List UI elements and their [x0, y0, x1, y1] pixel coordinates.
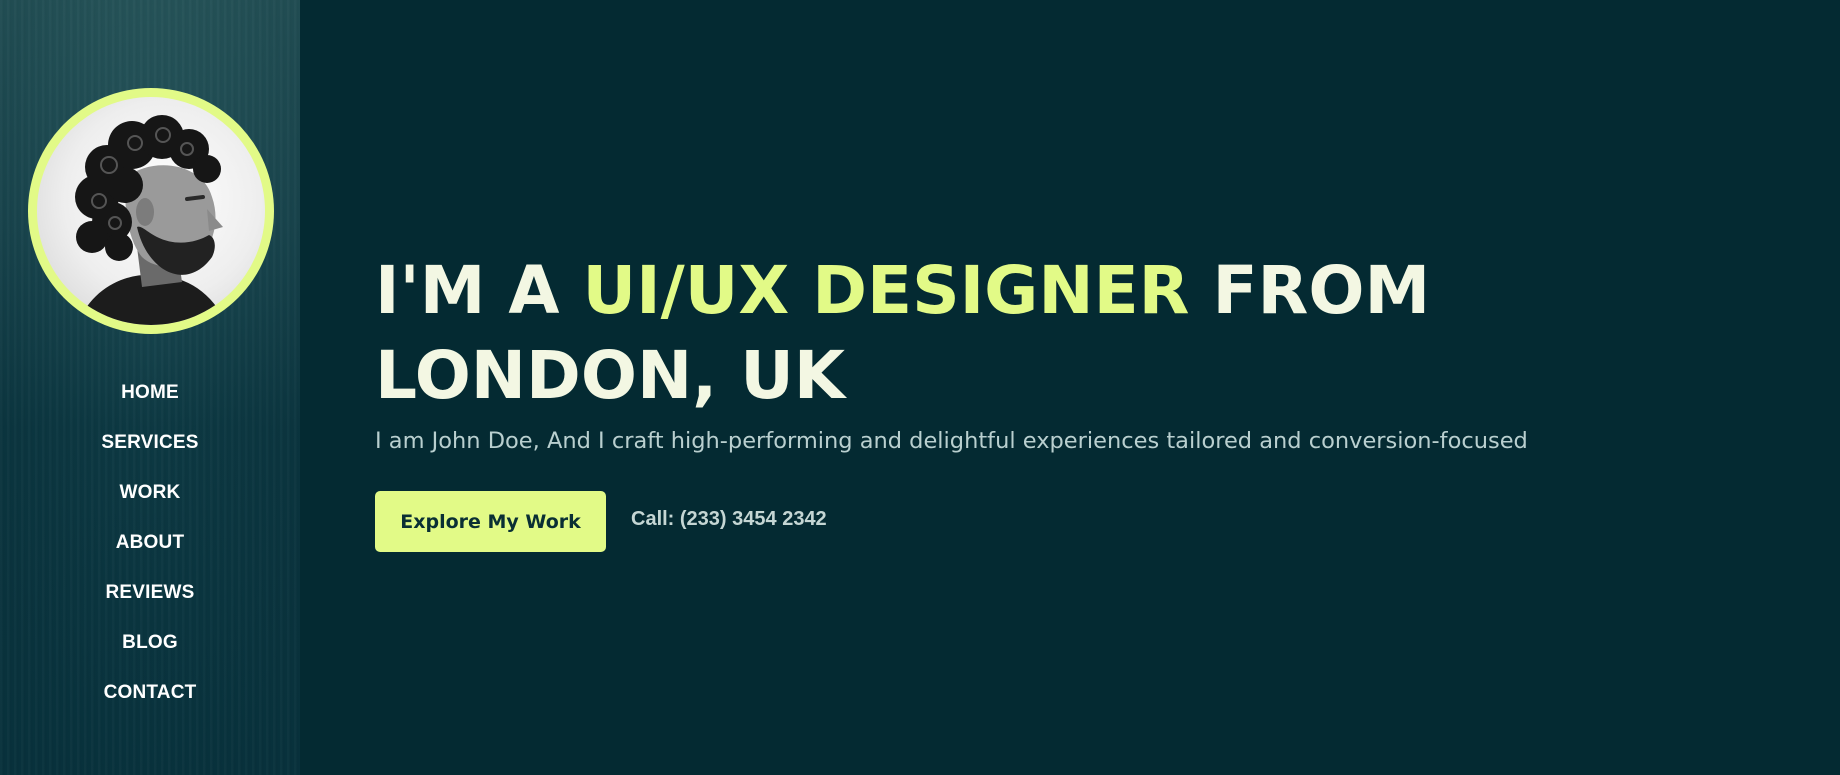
nav-item-work[interactable]: WORK [0, 478, 300, 528]
avatar [28, 88, 274, 334]
page: HOME SERVICES WORK ABOUT REVIEWS BLOG CO… [0, 0, 1840, 775]
hero-title-part1: I'M A [375, 252, 583, 329]
nav-item-contact[interactable]: CONTACT [0, 678, 300, 728]
nav-item-home[interactable]: HOME [0, 378, 300, 428]
explore-work-button[interactable]: Explore My Work [375, 491, 606, 552]
hero-title-line2: LONDON, UK [375, 337, 845, 414]
hero-subtitle: I am John Doe, And I craft high-performi… [375, 428, 1528, 454]
hero-title-accent: UI/UX DESIGNER [582, 252, 1190, 329]
sidebar: HOME SERVICES WORK ABOUT REVIEWS BLOG CO… [0, 0, 300, 775]
sidebar-nav: HOME SERVICES WORK ABOUT REVIEWS BLOG CO… [0, 378, 300, 728]
avatar-illustration [75, 115, 227, 325]
nav-item-reviews[interactable]: REVIEWS [0, 578, 300, 628]
nav-item-blog[interactable]: BLOG [0, 628, 300, 678]
call-phone-text[interactable]: Call: (233) 3454 2342 [631, 508, 827, 531]
hero-section: I'M A UI/UX DESIGNER FROM LONDON, UK I am… [375, 248, 1795, 456]
hero-title: I'M A UI/UX DESIGNER FROM LONDON, UK [375, 248, 1795, 418]
hero-title-part2: FROM [1189, 252, 1431, 329]
nav-item-about[interactable]: ABOUT [0, 528, 300, 578]
nav-item-services[interactable]: SERVICES [0, 428, 300, 478]
avatar-photo [37, 97, 265, 325]
cta-row: Explore My Work Call: (233) 3454 2342 [375, 491, 827, 552]
